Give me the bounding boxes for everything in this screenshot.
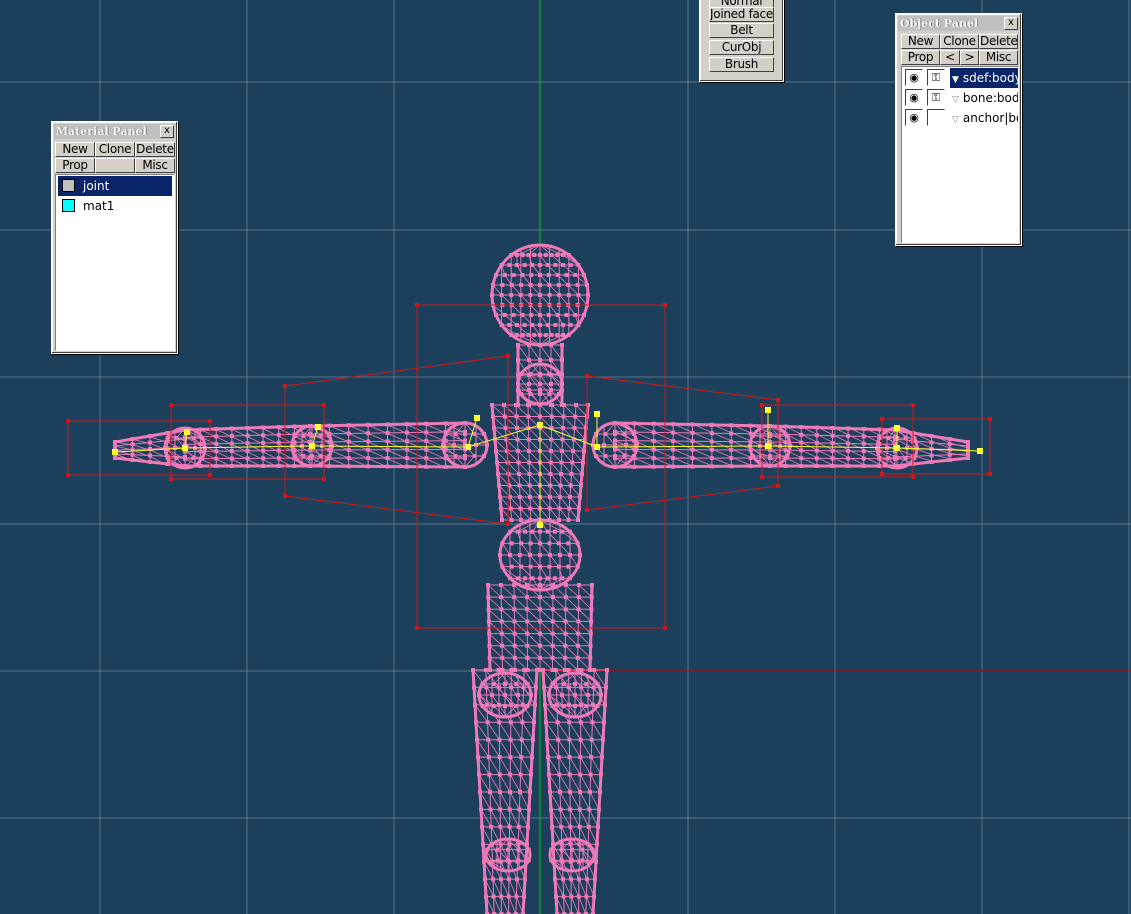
eye-icon[interactable]: ◉ bbox=[905, 69, 923, 86]
object-misc-button[interactable]: Misc bbox=[979, 50, 1018, 65]
material-delete-button[interactable]: Delete bbox=[135, 142, 175, 157]
key-icon[interactable]: ⚿ bbox=[927, 89, 945, 106]
material-color-swatch bbox=[62, 179, 75, 192]
close-icon[interactable]: x bbox=[160, 125, 174, 138]
material-prop-button[interactable]: Prop bbox=[55, 158, 95, 173]
joined-face-button[interactable]: Joined face bbox=[709, 7, 774, 22]
material-list[interactable]: joint mat1 bbox=[55, 174, 175, 351]
material-misc-button[interactable]: Misc bbox=[135, 158, 175, 173]
material-blank-button[interactable] bbox=[95, 158, 135, 173]
eye-icon[interactable]: ◉ bbox=[905, 109, 923, 126]
material-color-swatch bbox=[62, 199, 75, 212]
object-prev-button[interactable]: < bbox=[940, 50, 960, 65]
material-new-button[interactable]: New bbox=[55, 142, 95, 157]
object-list[interactable]: ◉ ⚿ ▼sdef:body ◉ ⚿ ▽bone:body ◉ ▽anchor|… bbox=[901, 66, 1019, 243]
object-new-button[interactable]: New bbox=[901, 34, 940, 49]
eye-icon[interactable]: ◉ bbox=[905, 89, 923, 106]
object-item-bone-body[interactable]: ◉ ⚿ ▽bone:body bbox=[904, 88, 1018, 108]
lock-toggle-empty[interactable] bbox=[927, 109, 945, 126]
object-prop-button[interactable]: Prop bbox=[901, 50, 940, 65]
expand-triangle-icon[interactable]: ▽ bbox=[952, 110, 959, 128]
brush-button[interactable]: Brush bbox=[709, 57, 774, 72]
body-wireframe-mesh bbox=[113, 243, 970, 914]
material-clone-button[interactable]: Clone bbox=[95, 142, 135, 157]
object-next-button[interactable]: > bbox=[960, 50, 979, 65]
material-panel: Material Panel x New Clone Delete Prop M… bbox=[51, 121, 178, 354]
key-icon[interactable]: ⚿ bbox=[927, 69, 945, 86]
material-panel-titlebar[interactable]: Material Panel bbox=[54, 124, 175, 139]
object-panel-titlebar[interactable]: Object Panel bbox=[898, 16, 1019, 31]
expand-triangle-icon[interactable]: ▼ bbox=[952, 70, 959, 88]
object-item-anchor-body[interactable]: ◉ ▽anchor|body bbox=[904, 108, 1018, 128]
material-item-joint[interactable]: joint bbox=[58, 176, 172, 196]
material-item-mat1[interactable]: mat1 bbox=[58, 196, 172, 216]
curobj-button[interactable]: CurObj bbox=[709, 40, 774, 55]
object-clone-button[interactable]: Clone bbox=[940, 34, 979, 49]
object-delete-button[interactable]: Delete bbox=[979, 34, 1018, 49]
selection-mode-panel: Normal Joined face Belt CurObj Brush bbox=[699, 0, 784, 82]
expand-triangle-icon[interactable]: ▽ bbox=[952, 90, 959, 108]
object-item-sdef-body[interactable]: ◉ ⚿ ▼ sdef:body bbox=[904, 68, 1018, 88]
close-icon[interactable]: x bbox=[1004, 17, 1018, 30]
object-panel: Object Panel x New Clone Delete Prop < >… bbox=[895, 13, 1022, 246]
belt-button[interactable]: Belt bbox=[709, 23, 774, 38]
